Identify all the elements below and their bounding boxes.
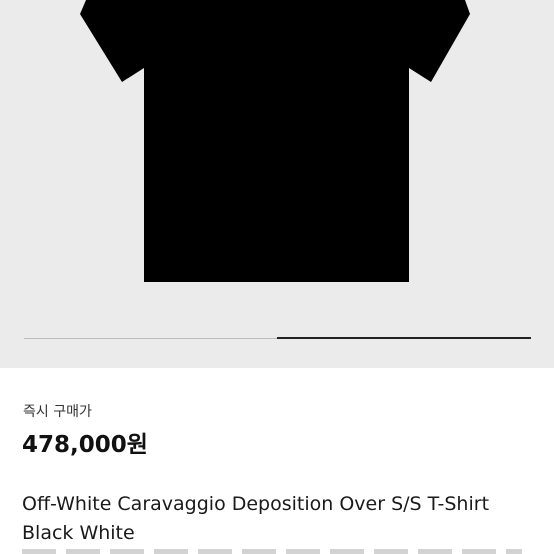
carousel-progress-track[interactable] [24, 337, 531, 339]
product-image-carousel[interactable] [0, 0, 554, 368]
product-title[interactable]: Off-White Caravaggio Deposition Over S/S… [22, 490, 522, 548]
instant-buy-price-label: 즉시 구매가 [23, 404, 92, 420]
carousel-progress-indicator[interactable] [277, 337, 531, 339]
product-detail-page: 즉시 구매가 478,000원 Off-White Caravaggio Dep… [0, 0, 554, 554]
product-info-panel: 즉시 구매가 478,000원 Off-White Caravaggio Dep… [0, 368, 554, 554]
instant-buy-price: 478,000원 [22, 432, 148, 458]
cut-off-text-line [22, 549, 522, 554]
tshirt-icon [80, 0, 470, 282]
